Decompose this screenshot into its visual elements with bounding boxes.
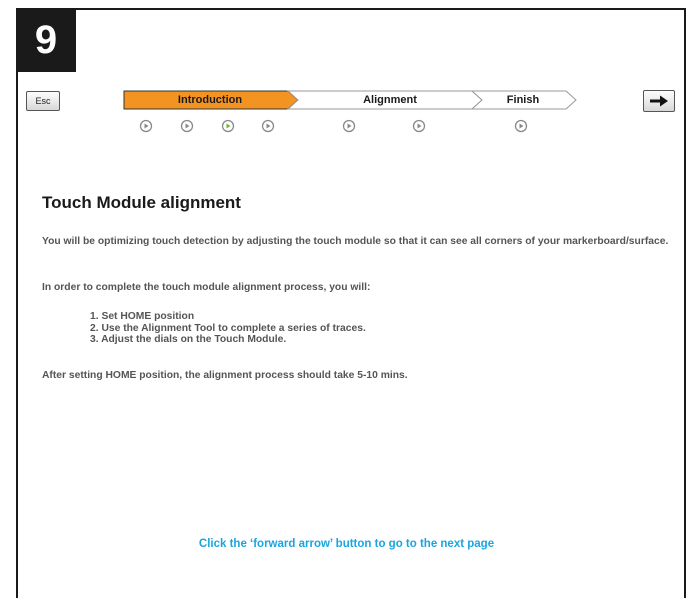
progress-label-alignment: Alignment (363, 94, 417, 106)
right-arrow-icon (650, 95, 668, 107)
play-circle-icon[interactable] (342, 119, 356, 133)
play-circle-icon[interactable] (412, 119, 426, 133)
navigation-hint: Click the ‘forward arrow’ button to go t… (198, 538, 495, 550)
list-item: 2. Use the Alignment Tool to complete a … (90, 322, 366, 334)
play-circle-icon[interactable] (180, 119, 194, 133)
progress-label-finish: Finish (506, 94, 540, 106)
list-item: 1. Set HOME position (90, 311, 195, 322)
play-circle-icon[interactable] (139, 119, 153, 133)
progress-label-introduction: Introduction (177, 94, 243, 106)
esc-button[interactable]: Esc (26, 91, 60, 111)
list-item: 3. Adjust the dials on the Touch Module. (90, 334, 287, 345)
forward-arrow-button[interactable] (643, 90, 675, 112)
page-title: Touch Module alignment (42, 193, 241, 212)
duration-paragraph: After setting HOME position, the alignme… (42, 370, 408, 381)
play-circle-icon[interactable] (221, 119, 235, 133)
step-number-badge: 9 (16, 8, 76, 72)
play-circle-icon[interactable] (514, 119, 528, 133)
play-circle-icon[interactable] (261, 119, 275, 133)
steps-list: 1. Set HOME position 2. Use the Alignmen… (90, 311, 366, 346)
intro-paragraph: You will be optimizing touch detection b… (42, 236, 669, 247)
process-paragraph: In order to complete the touch module al… (42, 282, 371, 293)
